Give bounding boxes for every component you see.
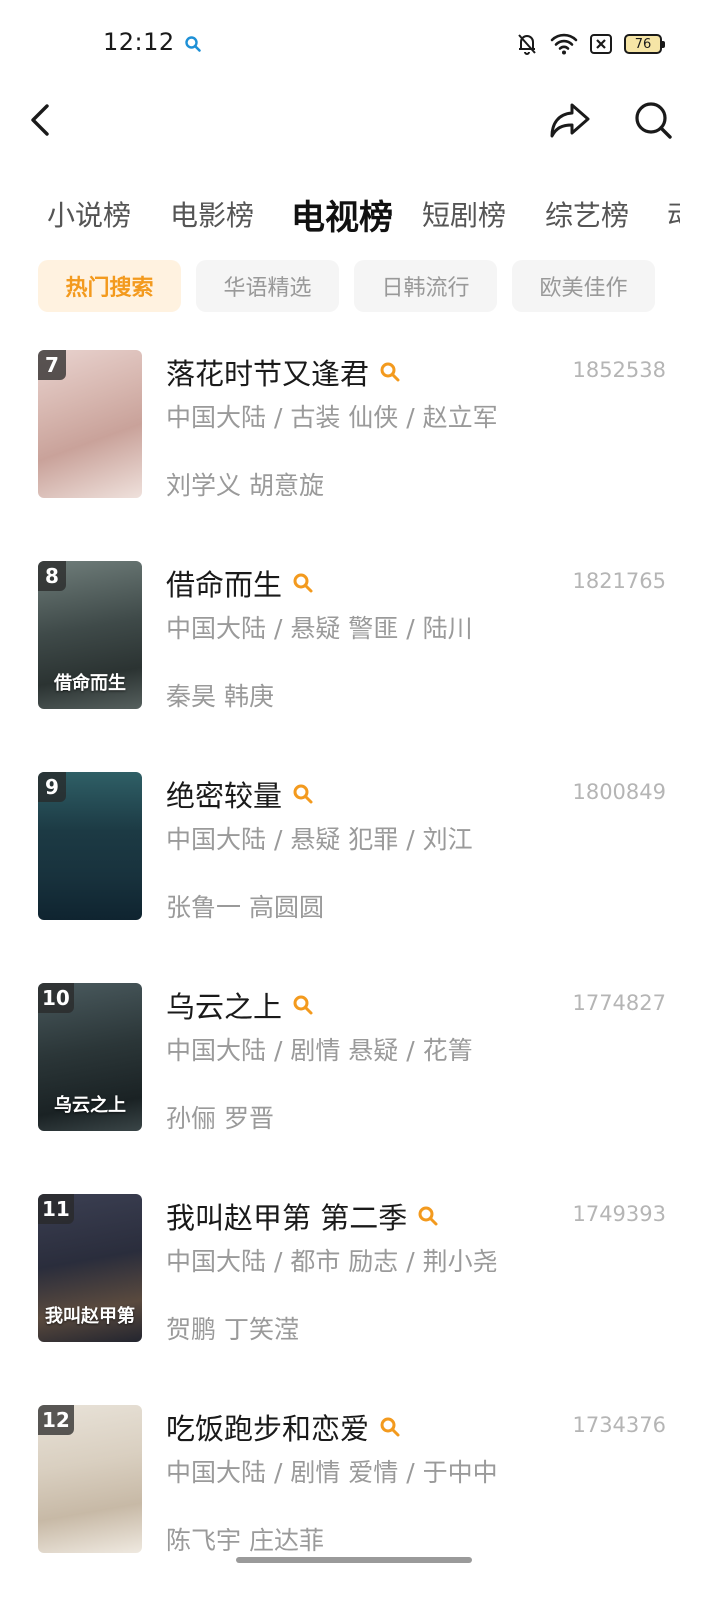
poster-title-text: 乌云之上 — [54, 1095, 126, 1116]
search-icon — [635, 102, 672, 139]
search-count: 1734376 — [572, 1413, 666, 1437]
rank-badge: 7 — [38, 350, 66, 380]
search-icon[interactable] — [379, 1416, 401, 1438]
item-meta: 中国大陆 / 悬疑 警匪 / 陆川 — [166, 614, 473, 643]
search-count: 1852538 — [572, 358, 666, 382]
item-cast: 陈飞宇 庄达菲 — [166, 1526, 324, 1555]
item-cast: 秦昊 韩庚 — [166, 682, 274, 711]
tab-tv[interactable]: 电视榜 — [291, 190, 393, 239]
tab-short-drama[interactable]: 短剧榜 — [422, 194, 506, 234]
wifi-icon — [550, 33, 578, 55]
list-item[interactable]: 12 吃饭跑步和恋爱 1734376 中国大陆 / 剧情 爱情 / 于中中 陈飞… — [0, 1405, 720, 1565]
search-icon[interactable] — [379, 361, 401, 383]
share-icon — [550, 103, 590, 138]
chip-jp-kr[interactable]: 日韩流行 — [354, 260, 497, 312]
item-title: 落花时节又逢君 — [166, 357, 370, 391]
item-title: 吃饭跑步和恋爱 — [166, 1412, 370, 1446]
back-button[interactable] — [16, 94, 68, 146]
rank-badge: 11 — [38, 1194, 74, 1224]
share-button[interactable] — [544, 94, 596, 146]
tab-novel[interactable]: 小说榜 — [47, 194, 131, 234]
item-cast: 刘学义 胡意旋 — [166, 471, 324, 500]
search-count: 1749393 — [572, 1202, 666, 1226]
rank-badge: 10 — [38, 983, 74, 1013]
tab-variety[interactable]: 综艺榜 — [545, 194, 629, 234]
search-icon[interactable] — [292, 994, 314, 1016]
item-title: 借命而生 — [166, 568, 283, 602]
tab-anime[interactable]: 动 — [667, 194, 680, 234]
chip-western[interactable]: 欧美佳作 — [512, 260, 655, 312]
search-icon[interactable] — [292, 572, 314, 594]
bell-off-icon — [518, 34, 536, 55]
poster-image: 12 — [38, 1405, 142, 1553]
search-icon[interactable] — [417, 1205, 439, 1227]
search-button[interactable] — [627, 94, 679, 146]
poster-image: 10 乌云之上 — [38, 983, 142, 1131]
rank-badge: 8 — [38, 561, 66, 591]
item-cast: 张鲁一 高圆圆 — [166, 893, 324, 922]
poster-image: 11 我叫赵甲第 — [38, 1194, 142, 1342]
item-title: 我叫赵甲第 第二季 — [166, 1201, 408, 1235]
battery-icon: 76 — [624, 34, 665, 54]
category-tabs: 小说榜 电影榜 电视榜 短剧榜 综艺榜 动 — [0, 180, 680, 250]
home-indicator[interactable] — [236, 1557, 472, 1563]
list-item[interactable]: 10 乌云之上 乌云之上 1774827 中国大陆 / 剧情 悬疑 / 花箐 孙… — [0, 983, 720, 1143]
list-item[interactable]: 8 借命而生 借命而生 1821765 中国大陆 / 悬疑 警匪 / 陆川 秦昊… — [0, 561, 720, 721]
chip-chinese[interactable]: 华语精选 — [196, 260, 339, 312]
poster-title-text: 我叫赵甲第 — [45, 1306, 135, 1327]
status-time: 12:12 — [103, 28, 175, 56]
item-meta: 中国大陆 / 剧情 悬疑 / 花箐 — [166, 1036, 473, 1065]
battery-level: 76 — [634, 36, 652, 52]
rank-badge: 12 — [38, 1405, 74, 1435]
poster-image: 7 — [38, 350, 142, 498]
item-cast: 孙俪 罗晋 — [166, 1104, 274, 1133]
search-count: 1800849 — [572, 780, 666, 804]
item-meta: 中国大陆 / 都市 励志 / 荆小尧 — [166, 1247, 498, 1276]
tab-movie[interactable]: 电影榜 — [170, 194, 254, 234]
sim-off-icon — [590, 34, 612, 54]
list-item[interactable]: 7 落花时节又逢君 1852538 中国大陆 / 古装 仙侠 / 赵立军 刘学义… — [0, 350, 720, 510]
item-meta: 中国大陆 / 剧情 爱情 / 于中中 — [166, 1458, 498, 1487]
top-app-bar — [0, 88, 720, 158]
search-icon[interactable] — [292, 783, 314, 805]
item-title: 绝密较量 — [166, 779, 283, 813]
rank-badge: 9 — [38, 772, 66, 802]
list-item[interactable]: 9 绝密较量 1800849 中国大陆 / 悬疑 犯罪 / 刘江 张鲁一 高圆圆 — [0, 772, 720, 932]
search-icon — [185, 36, 201, 52]
search-count: 1774827 — [572, 991, 666, 1015]
poster-image: 9 — [38, 772, 142, 920]
item-title: 乌云之上 — [166, 990, 283, 1024]
status-bar: 12:12 76 — [0, 0, 720, 88]
poster-title-text: 借命而生 — [54, 673, 126, 694]
search-count: 1821765 — [572, 569, 666, 593]
poster-image: 8 借命而生 — [38, 561, 142, 709]
list-item[interactable]: 11 我叫赵甲第 我叫赵甲第 第二季 1749393 中国大陆 / 都市 励志 … — [0, 1194, 720, 1354]
item-cast: 贺鹏 丁笑滢 — [166, 1315, 299, 1344]
chip-hot-search[interactable]: 热门搜索 — [38, 260, 181, 312]
item-meta: 中国大陆 / 悬疑 犯罪 / 刘江 — [166, 825, 473, 854]
back-arrow-icon — [31, 104, 49, 136]
item-meta: 中国大陆 / 古装 仙侠 / 赵立军 — [166, 403, 498, 432]
